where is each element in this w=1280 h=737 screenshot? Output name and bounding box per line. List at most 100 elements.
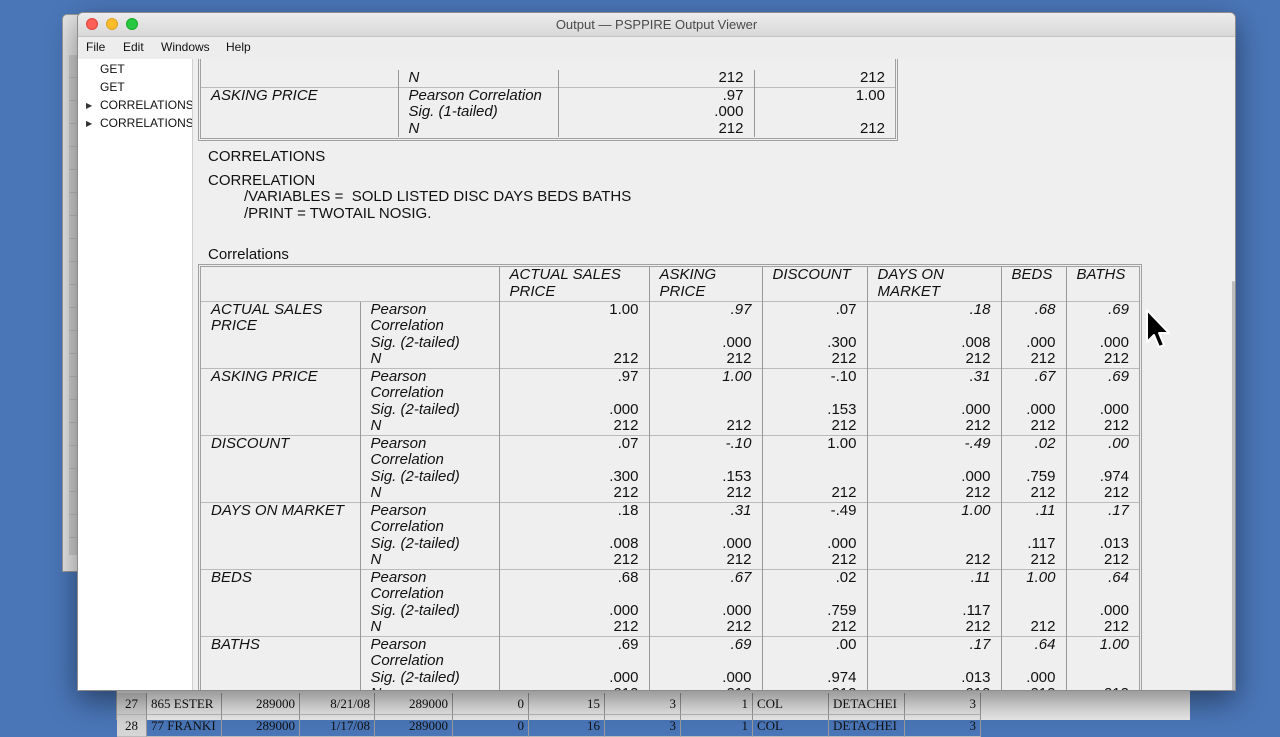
- section-title: CORRELATIONS: [208, 148, 326, 165]
- cell-value: -.10: [648, 434, 762, 452]
- cell-value: [648, 401, 762, 418]
- cell-value: 212: [1000, 417, 1066, 435]
- table-row: DAYS ON MARKET Pearson .18.31 -.49 1.00.11.1…: [201, 501, 1139, 569]
- table-header-row: ACTUAL SALES PRICE ASKING PRICE DISCOUNT…: [201, 266, 1139, 301]
- cell-value: 1.00: [1000, 568, 1066, 586]
- cell-value: [498, 519, 649, 536]
- menu-file[interactable]: File: [86, 40, 105, 54]
- row-label: ASKING PRICE: [201, 86, 398, 104]
- cell-value: [648, 653, 762, 670]
- cell-value: 212: [557, 69, 754, 87]
- cell-value: .68: [498, 568, 649, 586]
- cell-value: .000: [1065, 602, 1139, 619]
- sheet-cell: DETACHEI: [829, 693, 905, 715]
- cell-value: 212: [648, 350, 762, 368]
- sheet-cell: 1: [681, 715, 753, 737]
- cell-value: 212: [753, 120, 895, 137]
- cell-value: [1000, 318, 1066, 335]
- sheet-cell: DETACHEI: [829, 715, 905, 737]
- stat-label: N: [359, 484, 499, 502]
- sheet-cell: 865 ESTER: [147, 693, 222, 715]
- stat-label: Correlation: [359, 451, 499, 469]
- cell-value: .02: [761, 568, 867, 586]
- cell-value: .17: [866, 635, 1001, 653]
- cell-value: [761, 586, 867, 603]
- stat-label: N: [359, 685, 499, 690]
- cell-value: 212: [1065, 350, 1139, 368]
- expand-triangle-icon[interactable]: ▶: [86, 119, 92, 128]
- row-label: BATHS: [201, 635, 360, 690]
- cell-value: 212: [866, 618, 1001, 636]
- cell-value: [761, 318, 867, 335]
- cell-value: 212: [761, 350, 867, 368]
- cell-value: [1000, 385, 1066, 402]
- menu-edit[interactable]: Edit: [123, 40, 144, 54]
- stat-label: Sig. (1-tailed): [397, 103, 558, 121]
- cell-value: .02: [1000, 434, 1066, 452]
- cell-value: .300: [761, 334, 867, 351]
- cell-value: [648, 586, 762, 603]
- cell-value: [498, 318, 649, 335]
- sheet-cell: 15: [529, 693, 605, 715]
- column-header: ASKING PRICE: [648, 266, 762, 301]
- cell-value: 212: [761, 484, 867, 502]
- cell-value: 212: [761, 618, 867, 636]
- cell-value: [866, 452, 1001, 469]
- cell-value: [1000, 586, 1066, 603]
- title-bar[interactable]: Output — PSPPIRE Output Viewer: [78, 13, 1235, 37]
- cell-value: 212: [648, 551, 762, 569]
- stat-label: Pearson: [359, 367, 499, 385]
- cell-value: .18: [498, 501, 649, 519]
- outline-item-correlations[interactable]: CORRELATIONS: [100, 98, 192, 112]
- cell-value: [498, 385, 649, 402]
- cell-value: .000: [557, 103, 754, 121]
- cell-value: .117: [1000, 535, 1066, 552]
- cell-value: [1065, 385, 1139, 402]
- table-row: ASKING PRICE Pearson .97 1.00 -.10.31.67.69: [201, 367, 1139, 435]
- cell-value: [1000, 519, 1066, 536]
- outline-item-get[interactable]: GET: [100, 80, 125, 94]
- cell-value: [1065, 586, 1139, 603]
- cell-value: 212: [648, 417, 762, 435]
- cell-value: [1065, 519, 1139, 536]
- cell-value: 212: [1000, 484, 1066, 502]
- cell-value: .300: [498, 468, 649, 485]
- cell-value: .17: [1065, 501, 1139, 519]
- cell-value: .97: [498, 367, 649, 385]
- stat-label: Sig. (2-tailed): [359, 602, 499, 619]
- cell-value: 212: [1065, 618, 1139, 636]
- cell-value: 212: [1065, 484, 1139, 502]
- cell-value: 212: [1065, 685, 1139, 690]
- syntax-line: /PRINT = TWOTAIL NOSIG.: [244, 205, 432, 222]
- expand-triangle-icon[interactable]: ▶: [86, 101, 92, 110]
- stat-label: Correlation: [359, 652, 499, 670]
- cell-value: [498, 653, 649, 670]
- column-header: ACTUAL SALES PRICE: [498, 266, 649, 301]
- cell-value: 212: [648, 618, 762, 636]
- sheet-cell: 0: [453, 693, 529, 715]
- window-title: Output — PSPPIRE Output Viewer: [555, 17, 758, 32]
- cell-value: .153: [648, 468, 762, 485]
- cell-value: [1000, 602, 1066, 619]
- stat-label: Pearson: [359, 635, 499, 653]
- stat-label: N: [359, 551, 499, 569]
- menu-help[interactable]: Help: [226, 40, 251, 54]
- sheet-cell: 0: [453, 715, 529, 737]
- outline-item-correlations[interactable]: CORRELATIONS: [100, 116, 192, 130]
- column-header: BEDS: [1000, 266, 1066, 301]
- cell-value: 212: [1000, 618, 1066, 636]
- cell-value: .69: [1065, 367, 1139, 385]
- cell-value: .000: [866, 401, 1001, 418]
- cell-value: [866, 535, 1001, 552]
- vertical-scrollbar[interactable]: [1232, 281, 1235, 690]
- table-row: Sig. (1-tailed) .000: [201, 103, 895, 121]
- menu-windows[interactable]: Windows: [161, 40, 210, 54]
- sheet-cell: COL: [753, 693, 829, 715]
- outline-item-get[interactable]: GET: [100, 62, 125, 76]
- table-row: N 212 212: [201, 69, 895, 87]
- cell-value: .67: [1000, 367, 1066, 385]
- cell-value: .69: [498, 635, 649, 653]
- cell-value: 212: [1065, 551, 1139, 569]
- cell-value: 212: [557, 120, 754, 137]
- sheet-cell: 1: [681, 693, 753, 715]
